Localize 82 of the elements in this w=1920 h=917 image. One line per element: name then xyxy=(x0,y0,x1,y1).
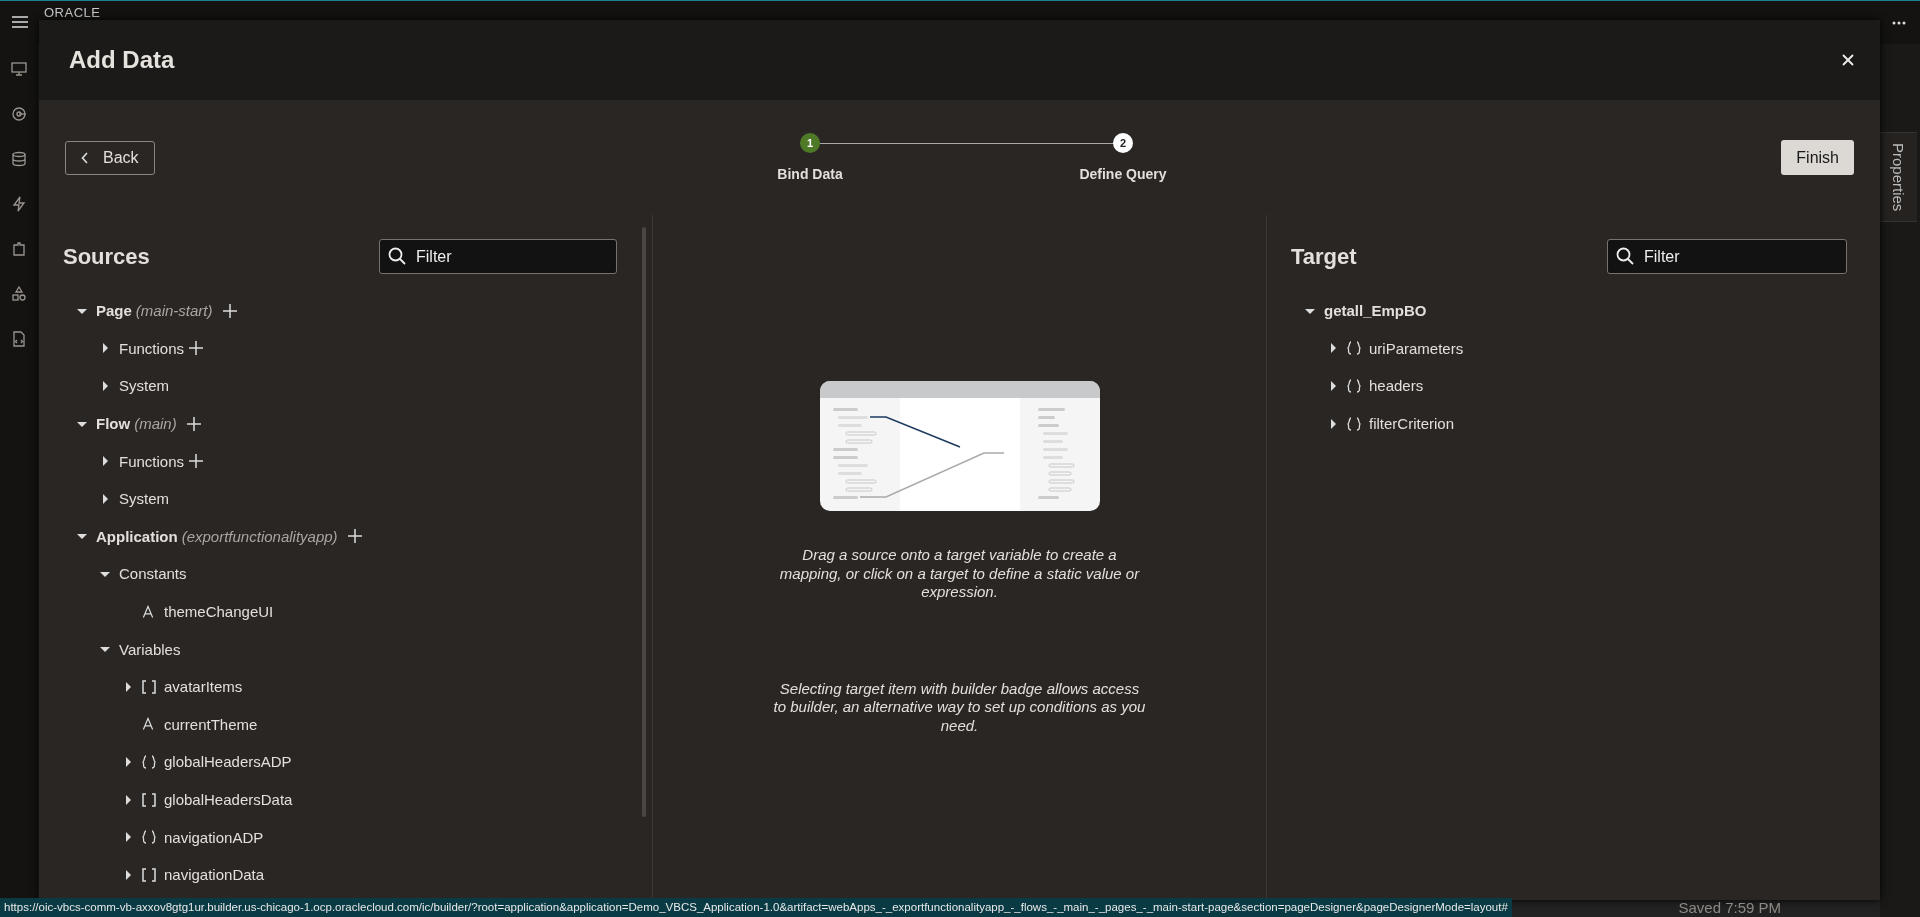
saved-status: Saved 7:59 PM xyxy=(1678,898,1781,917)
letter-a-icon xyxy=(142,604,154,619)
braces-icon xyxy=(142,754,156,769)
expand-caret-icon[interactable] xyxy=(123,756,133,767)
target-icon[interactable] xyxy=(11,106,27,122)
add-icon[interactable] xyxy=(186,416,201,431)
hint-text: Drag a source onto a target variable to create a mapping, or click on a target to define a static value or expression. xyxy=(778,546,1141,602)
oracle-logo: ORACLE xyxy=(44,5,101,20)
step-indicator[interactable]: 2 xyxy=(1113,133,1133,153)
expand-caret-icon[interactable] xyxy=(100,381,110,391)
tree-item[interactable]: System xyxy=(119,490,169,508)
tree-item[interactable]: globalHeadersData xyxy=(164,791,293,808)
tree-item[interactable]: Page xyxy=(96,302,132,320)
expand-caret-icon[interactable] xyxy=(100,343,110,354)
lightning-icon[interactable] xyxy=(11,196,27,212)
more-icon[interactable] xyxy=(1892,21,1906,25)
tree-item[interactable]: getall_EmpBO xyxy=(1324,302,1427,320)
tree-item[interactable]: currentTheme xyxy=(164,715,258,733)
expand-caret-icon[interactable] xyxy=(100,456,110,467)
filter-field[interactable]: Filter xyxy=(1607,239,1847,274)
expand-caret-icon[interactable] xyxy=(123,869,133,880)
search-icon xyxy=(1616,247,1634,265)
add-icon[interactable] xyxy=(222,303,237,318)
brackets-icon xyxy=(142,792,156,807)
tree-item[interactable]: Application xyxy=(96,527,178,545)
back-button[interactable]: Back xyxy=(65,141,155,175)
panel-title: Sources xyxy=(63,243,150,270)
tree-item[interactable]: themeChangeUI xyxy=(164,603,274,621)
tree-item[interactable]: Functions xyxy=(119,452,185,470)
expand-caret-icon[interactable] xyxy=(123,681,133,692)
status-url: https://oic-vbcs-comm-vb-axxov8gtg1ur.builder.us-chicago-1.ocp.oraclecloud.com/ic/builder/?root=application&application=Demo_VBCS_Application-1.0&artifact=webApps_-_exportfunctionalityapp_-_flows_-_main_-_pages_-_main-start-page&section=pageDesigner&pageDesignerMode=layout# xyxy=(0,898,1512,917)
document-icon[interactable] xyxy=(11,331,27,347)
properties-tab[interactable]: Properties xyxy=(1880,132,1917,223)
scrollbar-thumb[interactable] xyxy=(642,227,646,817)
database-icon[interactable] xyxy=(11,151,27,167)
braces-icon xyxy=(1347,416,1361,431)
step-indicator[interactable]: 1 xyxy=(800,133,820,153)
search-icon xyxy=(388,247,406,265)
tree-item[interactable]: Functions xyxy=(119,339,185,357)
tree-item-context: (exportfunctionalityapp) xyxy=(181,527,338,545)
braces-icon xyxy=(1347,379,1361,393)
monitor-icon[interactable] xyxy=(11,61,27,77)
tree-item[interactable]: globalHeadersADP xyxy=(164,753,292,771)
braces-icon xyxy=(142,830,156,845)
tree-item[interactable]: Constants xyxy=(119,565,187,583)
hint-text: Selecting target item with builder badge allows access to builder, an alternative way to set up conditions as you need. xyxy=(773,679,1146,735)
tree-item-context: (main) xyxy=(134,415,177,433)
finish-button[interactable]: Finish xyxy=(1781,140,1854,175)
tree-item[interactable]: navigationData xyxy=(164,866,265,884)
close-icon[interactable] xyxy=(1842,54,1854,66)
tree-item[interactable]: headers xyxy=(1369,377,1424,395)
add-icon[interactable] xyxy=(189,454,204,469)
dialog-title: Add Data xyxy=(69,46,175,74)
panel-title: Target xyxy=(1291,243,1357,270)
brackets-icon xyxy=(142,679,156,694)
expand-caret-icon[interactable] xyxy=(100,493,110,504)
shapes-icon[interactable] xyxy=(11,286,27,302)
braces-icon xyxy=(1347,341,1361,356)
chevron-left-icon xyxy=(81,152,89,164)
tree-item[interactable]: avatarItems xyxy=(164,678,243,696)
expand-caret-icon[interactable] xyxy=(1328,343,1338,354)
tree-item[interactable]: Flow xyxy=(96,415,131,433)
tree-item[interactable]: Variables xyxy=(119,640,181,658)
tree-item[interactable]: uriParameters xyxy=(1369,339,1464,357)
collapse-caret-icon[interactable] xyxy=(100,644,110,655)
tree-item[interactable]: navigationADP xyxy=(164,828,264,846)
collapse-caret-icon[interactable] xyxy=(77,531,87,542)
filter-field[interactable]: Filter xyxy=(379,239,617,274)
expand-caret-icon[interactable] xyxy=(123,832,133,843)
brackets-icon xyxy=(142,867,156,882)
menu-icon[interactable] xyxy=(12,16,28,28)
tree-item[interactable]: System xyxy=(119,377,169,395)
add-icon[interactable] xyxy=(347,529,362,544)
letter-a-icon xyxy=(142,717,154,732)
expand-caret-icon[interactable] xyxy=(1328,418,1338,429)
add-icon[interactable] xyxy=(189,341,204,356)
tree-item[interactable]: filterCriterion xyxy=(1369,415,1455,433)
expand-caret-icon[interactable] xyxy=(1328,381,1338,391)
tree-item-context: (main-start) xyxy=(135,302,213,320)
step-label: Bind Data xyxy=(777,166,843,182)
step-label: Define Query xyxy=(1079,166,1167,182)
expand-caret-icon[interactable] xyxy=(123,794,133,805)
